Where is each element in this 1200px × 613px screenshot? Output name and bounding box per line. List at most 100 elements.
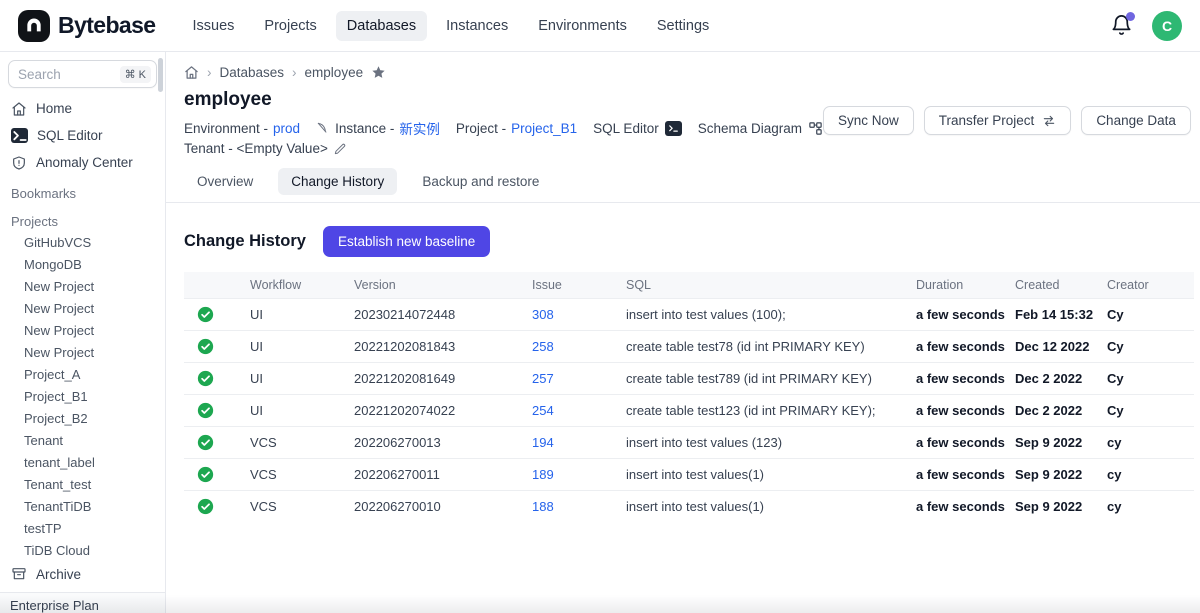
duration-cell: a few seconds xyxy=(908,427,1007,459)
schema-diagram-icon xyxy=(808,121,823,136)
schema-diagram-shortcut[interactable]: Schema Diagram xyxy=(698,121,823,136)
sql-editor-shortcut[interactable]: SQL Editor xyxy=(593,121,682,136)
success-status-icon xyxy=(197,434,214,451)
change-history-header: Change History Establish new baseline xyxy=(184,226,1194,257)
establish-baseline-button[interactable]: Establish new baseline xyxy=(323,226,490,257)
tab[interactable]: Backup and restore xyxy=(409,168,552,195)
environment-link[interactable]: prod xyxy=(273,121,300,136)
sidebar-scrollbar-thumb[interactable] xyxy=(158,58,163,92)
workflow-cell: UI xyxy=(242,363,346,395)
bytebase-logo[interactable]: Bytebase xyxy=(18,10,155,42)
sidebar-project-item[interactable]: New Project xyxy=(0,342,165,364)
workflow-cell: VCS xyxy=(242,491,346,523)
change-history-row[interactable]: UI 20230214072448 308 insert into test v… xyxy=(184,299,1194,331)
sql-cell: create table test123 (id int PRIMARY KEY… xyxy=(618,395,908,427)
shield-icon xyxy=(11,155,27,171)
workflow-cell: VCS xyxy=(242,427,346,459)
change-history-section: Change History Establish new baseline Wo… xyxy=(166,203,1200,522)
change-history-row[interactable]: UI 20221202074022 254 create table test1… xyxy=(184,395,1194,427)
sidebar-item-anomaly-center[interactable]: Anomaly Center xyxy=(0,149,165,176)
issue-link[interactable]: 257 xyxy=(532,371,554,386)
breadcrumb-home-icon[interactable] xyxy=(184,65,199,80)
version-cell: 20221202081649 xyxy=(346,363,524,395)
transfer-project-button[interactable]: Transfer Project xyxy=(924,106,1072,135)
issue-link[interactable]: 254 xyxy=(532,403,554,418)
sync-now-button[interactable]: Sync Now xyxy=(823,106,914,135)
sidebar-project-item[interactable]: testTP xyxy=(0,518,165,540)
duration-cell: a few seconds xyxy=(908,331,1007,363)
change-history-row[interactable]: VCS 202206270010 188 insert into test va… xyxy=(184,491,1194,523)
main-content: › Databases › employee employee Environm… xyxy=(166,52,1200,613)
search-shortcut-badge: ⌘ K xyxy=(120,66,151,83)
sidebar-project-item[interactable]: Project_B1 xyxy=(0,386,165,408)
sidebar-project-item[interactable]: New Project xyxy=(0,276,165,298)
issue-link[interactable]: 258 xyxy=(532,339,554,354)
sidebar: Search ⌘ K Home SQL Editor Anomaly Cente… xyxy=(0,52,166,613)
sidebar-project-item[interactable]: MongoDB xyxy=(0,254,165,276)
created-cell: Dec 12 2022 xyxy=(1007,331,1099,363)
sidebar-section-projects: Projects xyxy=(0,204,165,232)
issue-cell: 188 xyxy=(524,491,618,523)
sidebar-project-item[interactable]: Tenant xyxy=(0,430,165,452)
change-history-row[interactable]: VCS 202206270013 194 insert into test va… xyxy=(184,427,1194,459)
nav-item[interactable]: Settings xyxy=(646,11,720,41)
notifications-button[interactable] xyxy=(1110,14,1134,38)
sidebar-project-item[interactable]: tenant_label xyxy=(0,452,165,474)
sidebar-project-item[interactable]: New Project xyxy=(0,320,165,342)
project-meta: Project - Project_B1 xyxy=(456,121,577,136)
sidebar-item-sql-editor[interactable]: SQL Editor xyxy=(0,122,165,149)
page-title: employee xyxy=(184,89,823,111)
change-data-button[interactable]: Change Data xyxy=(1081,106,1191,135)
sidebar-project-item[interactable]: Tenant_test xyxy=(0,474,165,496)
column-header: SQL xyxy=(618,272,908,299)
nav-item[interactable]: Environments xyxy=(527,11,638,41)
sidebar-item-home[interactable]: Home xyxy=(0,95,165,122)
nav-item[interactable]: Issues xyxy=(181,11,245,41)
sidebar-project-item[interactable]: GitHubVCS xyxy=(0,232,165,254)
issue-link[interactable]: 189 xyxy=(532,467,554,482)
issue-link[interactable]: 194 xyxy=(532,435,554,450)
nav-item[interactable]: Databases xyxy=(336,11,427,41)
nav-item[interactable]: Projects xyxy=(253,11,327,41)
bookmark-star-icon[interactable] xyxy=(371,65,386,80)
change-history-row[interactable]: UI 20221202081649 257 create table test7… xyxy=(184,363,1194,395)
breadcrumb: › Databases › employee xyxy=(166,52,1200,80)
sidebar-item-archive[interactable]: Archive xyxy=(0,560,165,588)
breadcrumb-databases[interactable]: Databases xyxy=(220,65,285,80)
issue-link[interactable]: 308 xyxy=(532,307,554,322)
table-body: UI 20230214072448 308 insert into test v… xyxy=(184,299,1194,523)
search-input[interactable]: Search ⌘ K xyxy=(8,60,157,88)
subscription-plan-label[interactable]: Enterprise Plan xyxy=(0,592,165,613)
change-history-row[interactable]: UI 20221202081843 258 create table test7… xyxy=(184,331,1194,363)
column-status xyxy=(184,272,242,299)
sidebar-project-item[interactable]: TiDB Cloud xyxy=(0,540,165,562)
tab[interactable]: Change History xyxy=(278,168,397,195)
bytebase-logo-icon xyxy=(18,10,50,42)
nav-item[interactable]: Instances xyxy=(435,11,519,41)
project-link[interactable]: Project_B1 xyxy=(511,121,577,136)
sidebar-project-item[interactable]: New Project xyxy=(0,298,165,320)
issue-link[interactable]: 188 xyxy=(532,499,554,514)
swap-arrows-icon xyxy=(1042,114,1056,128)
version-cell: 20230214072448 xyxy=(346,299,524,331)
sidebar-section-bookmarks: Bookmarks xyxy=(0,176,165,204)
database-meta-line-2: Tenant - <Empty Value> xyxy=(184,141,823,156)
edit-tenant-pencil-icon[interactable] xyxy=(333,142,347,156)
change-history-row[interactable]: VCS 202206270011 189 insert into test va… xyxy=(184,459,1194,491)
change-history-table: Workflow Version Issue SQL Duration Crea… xyxy=(184,272,1194,522)
user-avatar[interactable]: C xyxy=(1152,11,1182,41)
duration-cell: a few seconds xyxy=(908,459,1007,491)
sidebar-project-item[interactable]: Project_B2 xyxy=(0,408,165,430)
created-cell: Sep 9 2022 xyxy=(1007,459,1099,491)
created-cell: Sep 9 2022 xyxy=(1007,491,1099,523)
brand-name: Bytebase xyxy=(58,12,155,39)
issue-cell: 254 xyxy=(524,395,618,427)
success-status-icon xyxy=(197,370,214,387)
creator-cell: cy xyxy=(1099,427,1194,459)
duration-cell: a few seconds xyxy=(908,491,1007,523)
sidebar-project-item[interactable]: Project_A xyxy=(0,364,165,386)
sidebar-project-item[interactable]: TenantTiDB xyxy=(0,496,165,518)
instance-link[interactable]: 新实例 xyxy=(399,118,440,138)
issue-cell: 308 xyxy=(524,299,618,331)
tab[interactable]: Overview xyxy=(184,168,266,195)
